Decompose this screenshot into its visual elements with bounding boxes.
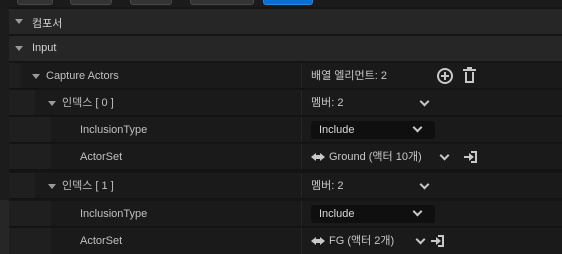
- member-count: 멤버: 2: [311, 180, 344, 192]
- actor-set-picker[interactable]: Ground (액터 10개): [329, 144, 422, 170]
- chevron-down-icon[interactable]: [419, 96, 430, 107]
- chevron-down-icon[interactable]: [415, 234, 426, 245]
- toolbar-button-4[interactable]: [190, 0, 254, 5]
- browse-to-actor-icon[interactable]: [431, 235, 445, 247]
- collapse-triangle-icon[interactable]: [15, 46, 23, 51]
- actor-set-picker[interactable]: FG (액터 2개): [329, 228, 394, 254]
- collapse-triangle-icon[interactable]: [15, 19, 23, 24]
- actor-set-icon: [311, 237, 325, 245]
- expand-triangle-icon[interactable]: [32, 74, 40, 79]
- property-name: InclusionType: [80, 208, 148, 220]
- array-element-count: 배열 엘리먼트: 2: [311, 70, 388, 82]
- category-input[interactable]: Input: [9, 36, 562, 61]
- property-name: InclusionType: [80, 124, 148, 136]
- property-row-capture-actors: Capture Actors 배열 엘리먼트: 2: [9, 63, 562, 89]
- actor-set-icon: [311, 153, 325, 161]
- category-label: 컴포서: [32, 18, 63, 30]
- category-component[interactable]: 컴포서: [9, 9, 562, 34]
- expand-triangle-icon[interactable]: [48, 184, 56, 189]
- property-row-inclusion-type: InclusionType Include: [9, 117, 562, 143]
- toolbar-button-1[interactable]: [17, 0, 53, 5]
- array-element-row: 인덱스 [ 1 ] 멤버: 2: [9, 173, 562, 199]
- toolbar-button-3[interactable]: [130, 0, 172, 5]
- chevron-down-icon: [412, 206, 423, 217]
- add-element-icon[interactable]: [437, 68, 453, 84]
- toolbar-button-2[interactable]: [70, 0, 112, 5]
- property-name: ActorSet: [80, 151, 123, 163]
- inclusion-type-dropdown[interactable]: Include: [311, 121, 435, 139]
- chevron-down-icon[interactable]: [419, 179, 430, 190]
- inclusion-type-dropdown[interactable]: Include: [311, 205, 435, 223]
- array-element-row: 인덱스 [ 0 ] 멤버: 2: [9, 90, 562, 116]
- property-name: ActorSet: [80, 235, 123, 247]
- trash-icon[interactable]: [462, 67, 478, 84]
- chevron-down-icon: [412, 122, 423, 133]
- details-left-gutter: [0, 7, 9, 254]
- expand-triangle-icon[interactable]: [48, 101, 56, 106]
- property-row-inclusion-type: InclusionType Include: [9, 201, 562, 227]
- browse-to-actor-icon[interactable]: [464, 151, 478, 163]
- property-row-actor-set: ActorSet FG (액터 2개): [9, 228, 562, 254]
- property-row-actor-set: ActorSet Ground (액터 10개): [9, 144, 562, 170]
- member-count: 멤버: 2: [311, 97, 344, 109]
- category-label: Input: [32, 42, 57, 54]
- chevron-down-icon[interactable]: [439, 150, 450, 161]
- toolbar-primary-button[interactable]: [263, 0, 313, 5]
- toolbar-strip: [0, 0, 562, 7]
